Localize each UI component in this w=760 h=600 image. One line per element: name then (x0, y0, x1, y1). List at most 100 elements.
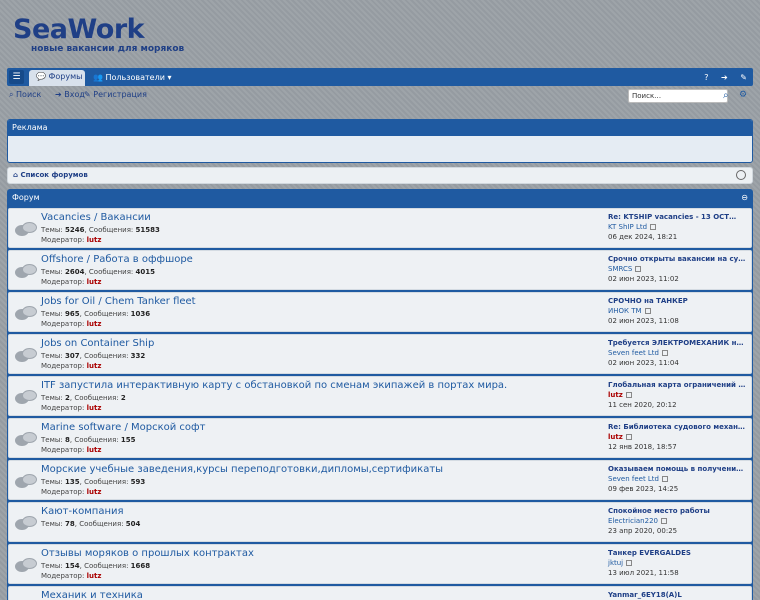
last-post: Глобальная карта ограничений … lutz 11 с… (608, 380, 748, 410)
forum-row: Отзывы моряков о прошлых контрактах Темы… (8, 544, 752, 584)
post-count: 2 (120, 394, 126, 402)
help-icon[interactable]: ? (704, 73, 708, 82)
post-count: 4015 (135, 268, 156, 276)
login-icon[interactable]: ➔ (721, 73, 728, 82)
last-post-author[interactable]: Seven feet Ltd (608, 474, 748, 484)
forum-title[interactable]: Jobs on Container Ship (41, 338, 154, 349)
moderator-link[interactable]: lutz (87, 488, 102, 496)
last-post-title[interactable]: Спокойное место работы (608, 506, 748, 516)
last-post-title[interactable]: Re: KTSHIP vacancies - 13 OCT… (608, 212, 748, 222)
forum-title[interactable]: Offshore / Работа в оффшоре (41, 254, 193, 265)
moderator-link[interactable]: lutz (87, 404, 102, 412)
last-post-author[interactable]: jktuj (608, 558, 748, 568)
main-navbar: ☰ 💬 Форумы 👥 Пользователи ▾ ? ➔ ✎ (7, 68, 753, 86)
hamburger-icon[interactable]: ☰ (9, 70, 24, 84)
moderator-link[interactable]: lutz (87, 446, 102, 454)
last-post-author[interactable]: KT ShIP Ltd (608, 222, 748, 232)
last-post: Танкер EVERGALDES jktuj 13 июл 2021, 11:… (608, 548, 748, 578)
gear-icon[interactable]: ⚙ (739, 89, 747, 102)
last-post-author[interactable]: lutz (608, 432, 748, 442)
forum-moderator: Модератор: lutz (41, 488, 102, 496)
forum-title[interactable]: Vacancies / Вакансии (41, 212, 151, 223)
view-latest-icon[interactable] (635, 266, 642, 272)
forum-read-icon (15, 306, 37, 321)
last-post-title[interactable]: Танкер EVERGALDES (608, 548, 748, 558)
topic-count: 965 (64, 310, 80, 318)
last-post-title[interactable]: Оказываем помощь в получении … (608, 464, 748, 474)
site-logo[interactable]: SeaWork новые вакансии для моряков (13, 16, 184, 55)
forum-stats: Темы: 965, Сообщения: 1036 (41, 310, 151, 318)
view-latest-icon[interactable] (626, 560, 633, 566)
forum-row: Vacancies / Вакансии Темы: 5246, Сообщен… (8, 208, 752, 248)
search-button[interactable]: ⌕ (723, 89, 729, 102)
users-menu[interactable]: 👥 Пользователи ▾ (93, 71, 171, 84)
topic-count: 2604 (64, 268, 85, 276)
moderator-link[interactable]: lutz (87, 362, 102, 370)
register-icon[interactable]: ✎ (740, 73, 747, 82)
forum-title[interactable]: Отзывы моряков о прошлых контрактах (41, 548, 254, 559)
ad-title: Реклама (8, 120, 752, 136)
moderator-link[interactable]: lutz (87, 236, 102, 244)
forum-stats: Темы: 5246, Сообщения: 51583 (41, 226, 160, 234)
view-latest-icon[interactable] (644, 308, 651, 314)
last-post-title[interactable]: Срочно открыты вакансии на су… (608, 254, 748, 264)
forum-read-icon (15, 264, 37, 279)
breadcrumb-home[interactable]: ⌂ Список форумов (13, 171, 88, 179)
forum-section-header: Форум ⊖ (8, 189, 752, 206)
forum-read-icon (15, 348, 37, 363)
forum-title[interactable]: Jobs for Oil / Chem Tanker fleet (41, 296, 196, 307)
forum-title[interactable]: Механик и техника (41, 590, 143, 600)
last-post-title[interactable]: Yanmar_6EY18(A)L (608, 590, 748, 600)
search-link[interactable]: ⌕ Поиск (9, 90, 41, 100)
forum-list: Форум ⊖ Vacancies / Вакансии Темы: 5246,… (7, 189, 753, 600)
last-post-author[interactable]: lutz (608, 390, 748, 400)
last-post-date: 12 янв 2018, 18:57 (608, 443, 677, 451)
last-post-title[interactable]: Требуется ЭЛЕКТРОМЕХАНИК на к… (608, 338, 748, 348)
sub-navbar: ⌕ Поиск ➔ Вход ✎ Регистрация Поиск… ⌕ ⚙ (7, 86, 753, 108)
register-link[interactable]: ✎ Регистрация (84, 90, 147, 99)
last-post-author[interactable]: SMRCS (608, 264, 748, 274)
forum-read-icon (15, 222, 37, 237)
view-latest-icon[interactable] (660, 518, 667, 524)
view-latest-icon[interactable] (625, 392, 632, 398)
collapse-icon[interactable]: ⊖ (741, 189, 748, 206)
forum-title[interactable]: Marine software / Морской софт (41, 422, 205, 433)
last-post: Срочно открыты вакансии на су… SMRCS 02 … (608, 254, 748, 284)
last-post-date: 02 июн 2023, 11:08 (608, 317, 679, 325)
forum-title[interactable]: ITF запустила интерактивную карту с обст… (41, 380, 507, 391)
forum-stats: Темы: 2604, Сообщения: 4015 (41, 268, 156, 276)
post-count: 155 (120, 436, 136, 444)
moderator-link[interactable]: lutz (87, 320, 102, 328)
last-post-author[interactable]: Electrician220 (608, 516, 748, 526)
view-latest-icon[interactable] (650, 224, 657, 230)
topic-count: 135 (64, 478, 80, 486)
clock-icon[interactable] (736, 170, 746, 180)
view-latest-icon[interactable] (662, 476, 668, 482)
view-latest-icon[interactable] (662, 350, 668, 356)
forum-stats: Темы: 307, Сообщения: 332 (41, 352, 146, 360)
last-post-date: 02 июн 2023, 11:02 (608, 275, 679, 283)
forum-row: Jobs for Oil / Chem Tanker fleet Темы: 9… (8, 292, 752, 332)
last-post-title[interactable]: Глобальная карта ограничений … (608, 380, 748, 390)
home-icon: ⌂ (13, 171, 19, 179)
last-post-title[interactable]: Re: Библиотека судового механ… (608, 422, 748, 432)
last-post-title[interactable]: СРОЧНО на ТАНКЕР (608, 296, 748, 306)
forum-moderator: Модератор: lutz (41, 362, 102, 370)
post-count: 1668 (130, 562, 151, 570)
forum-title[interactable]: Кают-компания (41, 506, 124, 517)
search-input[interactable]: Поиск… (628, 89, 728, 103)
forum-title[interactable]: Морские учебные заведения,курсы переподг… (41, 464, 443, 475)
last-post-author[interactable]: Seven feet Ltd (608, 348, 748, 358)
post-count: 504 (125, 520, 141, 528)
forum-stats: Темы: 78, Сообщения: 504 (41, 520, 141, 528)
forum-moderator: Модератор: lutz (41, 236, 102, 244)
view-latest-icon[interactable] (625, 434, 632, 440)
forum-stats: Темы: 135, Сообщения: 593 (41, 478, 146, 486)
login-link[interactable]: ➔ Вход (55, 90, 85, 99)
post-count: 51583 (135, 226, 160, 234)
moderator-link[interactable]: lutz (87, 278, 102, 286)
post-count: 332 (130, 352, 146, 360)
last-post-author[interactable]: ИНОК ТМ (608, 306, 748, 316)
moderator-link[interactable]: lutz (87, 572, 102, 580)
tab-forums[interactable]: 💬 Форумы (29, 70, 85, 86)
